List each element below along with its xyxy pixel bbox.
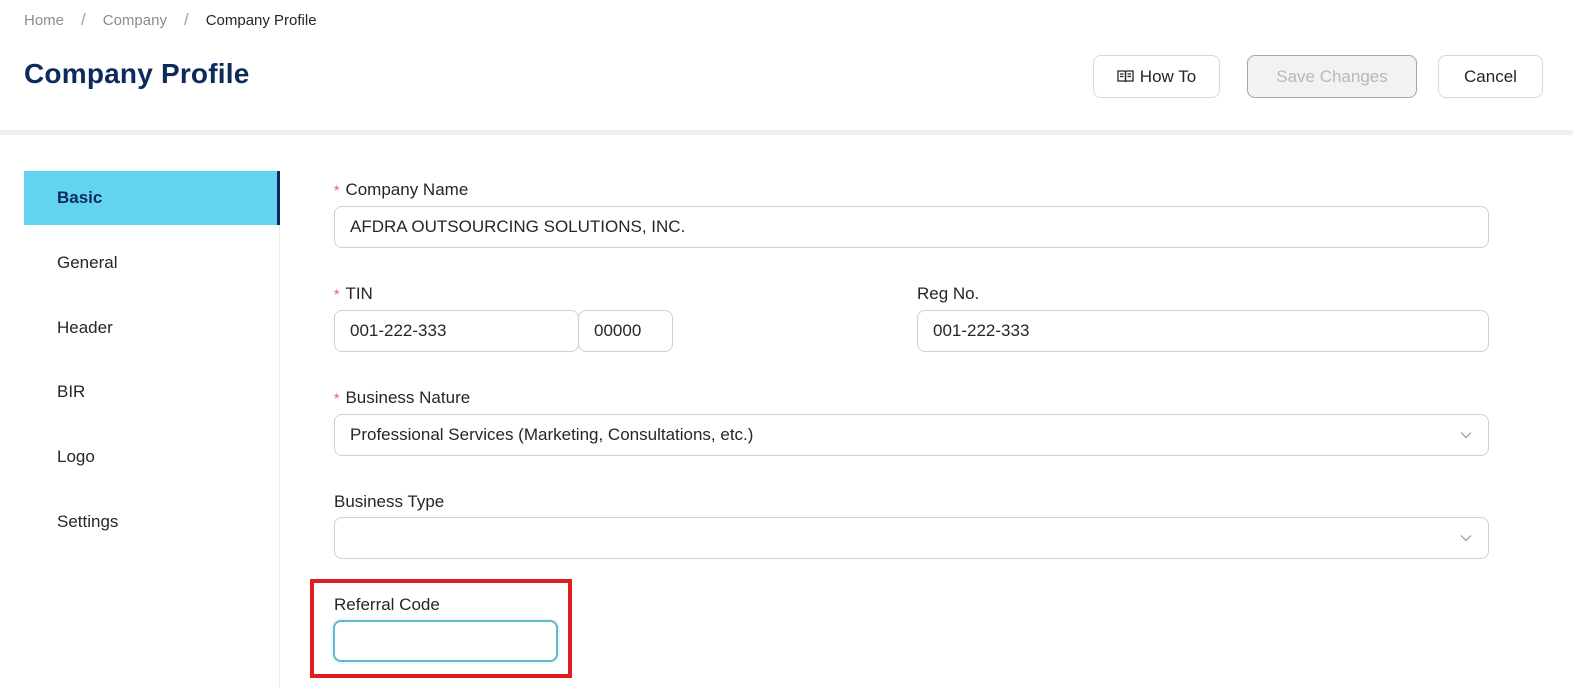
sidebar-item-basic[interactable]: Basic bbox=[24, 171, 280, 225]
reg-no-label: Reg No. bbox=[917, 283, 979, 305]
business-type-label: Business Type bbox=[334, 491, 444, 513]
breadcrumb-company[interactable]: Company bbox=[103, 12, 167, 29]
reg-no-input[interactable]: 001-222-333 bbox=[917, 310, 1489, 352]
tin-label: * TIN bbox=[334, 283, 373, 305]
tin-branch-value: 00000 bbox=[594, 321, 642, 340]
business-nature-select[interactable]: Professional Services (Marketing, Consul… bbox=[334, 414, 1489, 456]
sidebar-item-logo[interactable]: Logo bbox=[24, 430, 279, 484]
tin-branch-input[interactable]: 00000 bbox=[578, 310, 673, 352]
company-name-label: * Company Name bbox=[334, 179, 468, 201]
cancel-button[interactable]: Cancel bbox=[1438, 55, 1543, 98]
chevron-down-icon bbox=[1459, 427, 1473, 447]
company-name-value: AFDRA OUTSOURCING SOLUTIONS, INC. bbox=[350, 217, 686, 236]
page-title: Company Profile bbox=[24, 58, 250, 89]
breadcrumb-home[interactable]: Home bbox=[24, 12, 64, 29]
referral-code-input[interactable] bbox=[333, 620, 558, 662]
business-nature-label: * Business Nature bbox=[334, 387, 470, 409]
referral-code-label: Referral Code bbox=[334, 594, 440, 616]
book-icon bbox=[1117, 69, 1134, 84]
breadcrumb-separator: / bbox=[183, 10, 189, 29]
sidebar-item-header[interactable]: Header bbox=[24, 301, 279, 355]
sidebar-item-general[interactable]: General bbox=[24, 236, 279, 290]
required-mark: * bbox=[334, 390, 340, 406]
tin-input[interactable]: 001-222-333 bbox=[334, 310, 579, 352]
business-nature-value: Professional Services (Marketing, Consul… bbox=[350, 425, 754, 444]
sidebar: Basic General Header BIR Logo Settings bbox=[24, 171, 280, 688]
tin-value: 001-222-333 bbox=[350, 321, 447, 340]
how-to-button[interactable]: How To bbox=[1093, 55, 1220, 98]
breadcrumb-current: Company Profile bbox=[205, 11, 317, 29]
header-divider bbox=[0, 130, 1573, 135]
required-mark: * bbox=[334, 182, 340, 198]
sidebar-item-settings[interactable]: Settings bbox=[24, 495, 279, 549]
business-type-select[interactable] bbox=[334, 517, 1489, 559]
company-name-label-text: Company Name bbox=[345, 180, 469, 199]
reg-no-value: 001-222-333 bbox=[933, 321, 1030, 340]
chevron-down-icon bbox=[1459, 530, 1473, 550]
how-to-label: How To bbox=[1139, 66, 1197, 86]
business-nature-label-text: Business Nature bbox=[345, 388, 471, 407]
reg-no-label-text: Reg No. bbox=[917, 284, 980, 303]
company-name-input[interactable]: AFDRA OUTSOURCING SOLUTIONS, INC. bbox=[334, 206, 1489, 248]
required-mark: * bbox=[334, 286, 340, 302]
tin-label-text: TIN bbox=[345, 284, 373, 303]
breadcrumb-separator: / bbox=[81, 10, 86, 29]
save-changes-button[interactable]: Save Changes bbox=[1247, 55, 1417, 98]
breadcrumb: Home / Company / Company Profile bbox=[24, 10, 317, 30]
sidebar-item-bir[interactable]: BIR bbox=[24, 365, 279, 419]
referral-code-label-text: Referral Code bbox=[334, 595, 440, 614]
business-type-label-text: Business Type bbox=[334, 492, 445, 511]
